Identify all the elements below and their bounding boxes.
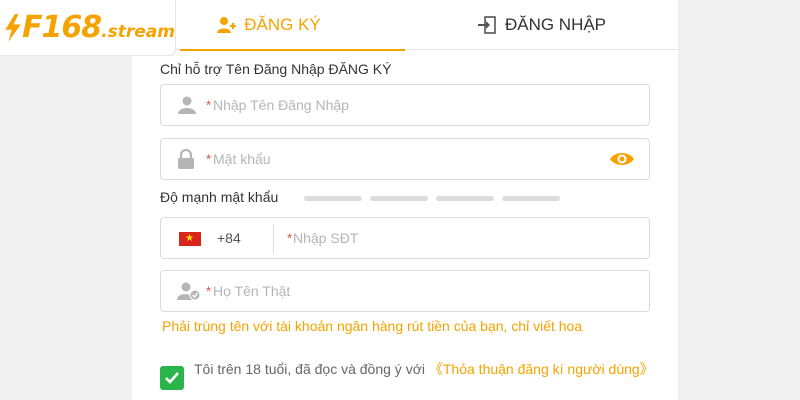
required-mark: * [206, 97, 212, 113]
strength-bar-2 [370, 196, 428, 201]
agreement-text: Tôi trên 18 tuổi, đã đọc và đồng ý với 《… [194, 359, 664, 379]
username-input[interactable] [161, 85, 649, 125]
eye-icon[interactable] [609, 151, 635, 167]
username-hint: Chỉ hỗ trợ Tên Đăng Nhập ĐĂNG KÝ [160, 61, 392, 77]
register-panel: ĐĂNG KÝ ĐĂNG NHẬP Chỉ hỗ trợ Tên Đăng Nh… [132, 0, 678, 400]
flag-star-icon: ★ [185, 233, 194, 244]
left-background [0, 0, 132, 400]
strength-bar-1 [304, 196, 362, 201]
phone-divider [273, 224, 274, 254]
logo-sub: .stream [101, 22, 175, 42]
required-mark: * [287, 230, 293, 246]
username-field: * [160, 84, 650, 126]
user-verified-icon [177, 282, 201, 300]
country-code[interactable]: +84 [217, 230, 241, 246]
tab-login[interactable]: ĐĂNG NHẬP [405, 0, 678, 50]
user-add-icon [217, 17, 237, 33]
user-agreement-link[interactable]: 《Thỏa thuận đăng kí người dùng》 [429, 361, 654, 377]
required-mark: * [206, 283, 212, 299]
password-input[interactable] [161, 139, 649, 179]
auth-tabs: ĐĂNG KÝ ĐĂNG NHẬP [132, 0, 678, 51]
checkmark-icon [165, 372, 179, 384]
right-background [678, 0, 800, 400]
fullname-field: * [160, 270, 650, 312]
lightning-bolt-icon [5, 13, 21, 42]
phone-field: ★ +84 * [160, 217, 650, 259]
user-icon [178, 96, 196, 114]
tab-login-label: ĐĂNG NHẬP [504, 15, 607, 34]
logo-main: F168 [22, 10, 102, 45]
logo-text: F168.stream [22, 10, 175, 45]
strength-bar-4 [502, 196, 560, 201]
login-door-icon [477, 16, 496, 34]
fullname-warning: Phải trùng tên với tài khoản ngân hàng r… [162, 318, 583, 334]
agreement-label: Tôi trên 18 tuổi, đã đọc và đồng ý với [194, 361, 425, 377]
strength-bar-3 [436, 196, 494, 201]
lock-icon [178, 149, 194, 169]
agreement-checkbox[interactable] [160, 366, 184, 390]
tab-register-label: ĐĂNG KÝ [244, 15, 321, 34]
password-field: * [160, 138, 650, 180]
required-mark: * [206, 151, 212, 167]
fullname-input[interactable] [161, 271, 649, 311]
password-strength-label: Độ mạnh mật khẩu [160, 189, 279, 205]
brand-logo[interactable]: F168.stream [0, 0, 176, 56]
